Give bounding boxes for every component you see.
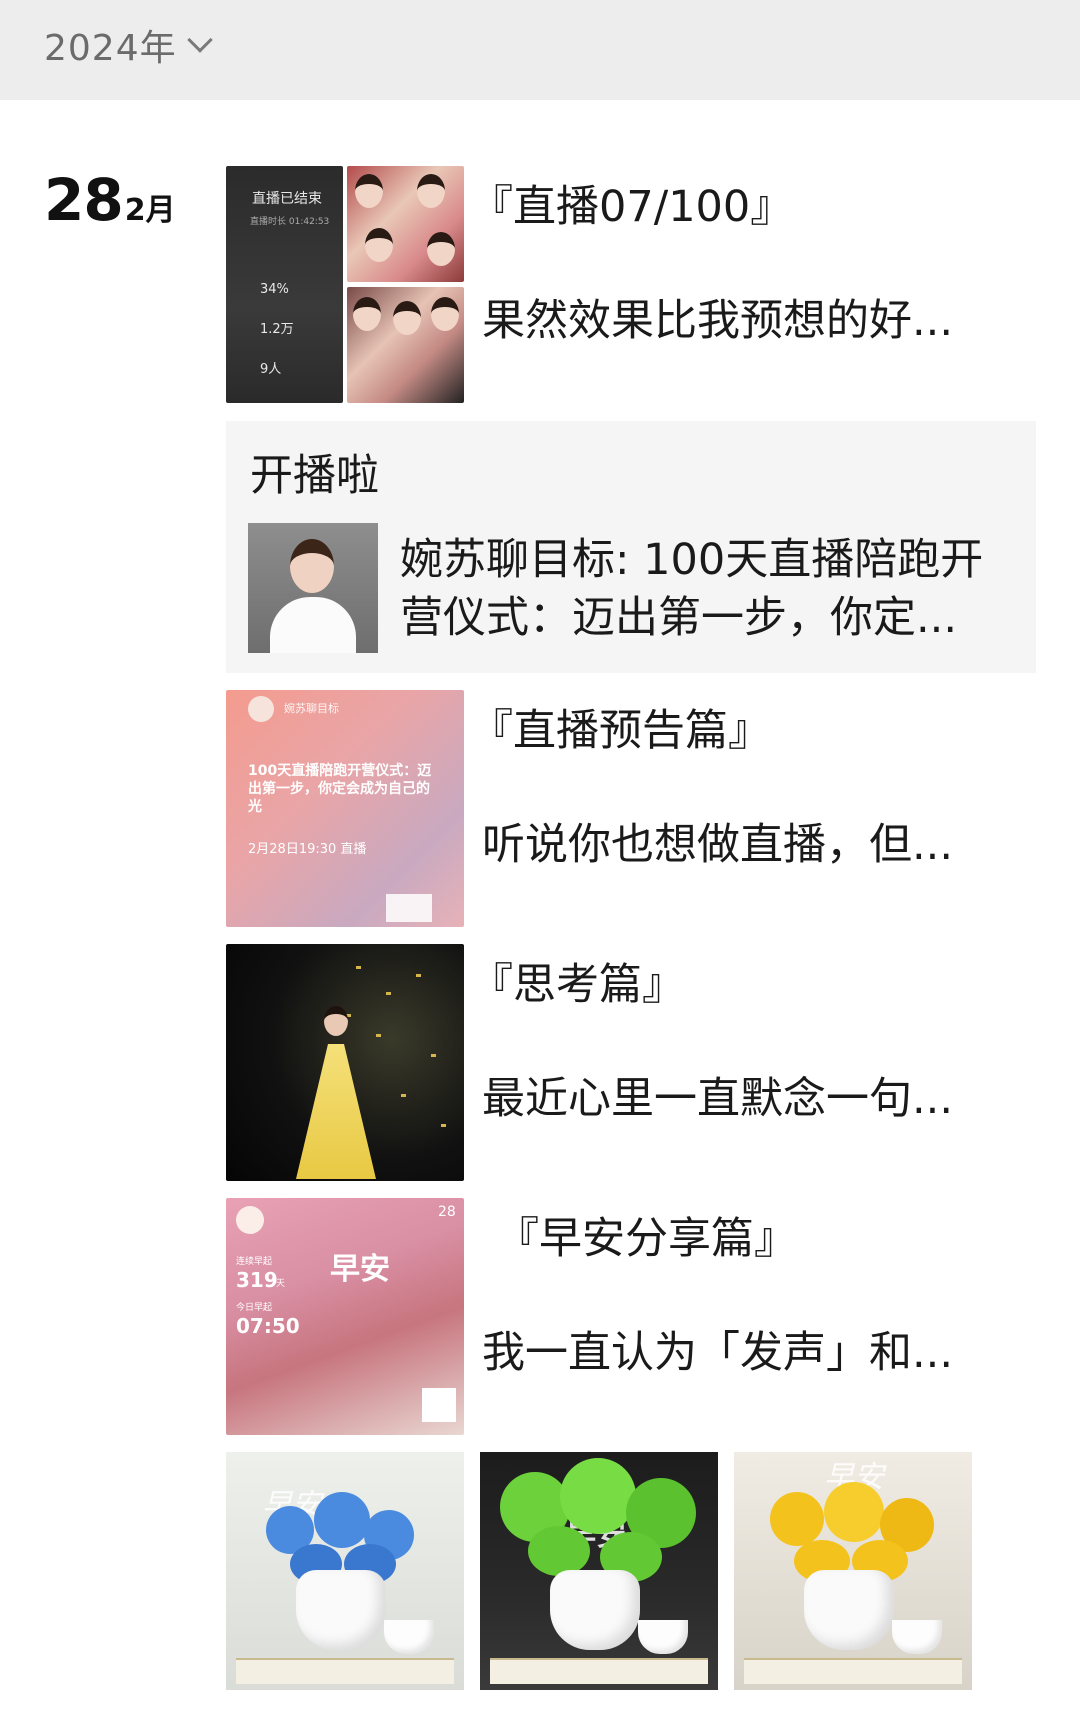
post-excerpt: 我一直认为「发声」和... bbox=[482, 1328, 954, 1378]
flower-image-blue[interactable]: 早安 bbox=[226, 1452, 464, 1690]
avatar bbox=[236, 1206, 264, 1234]
live-card[interactable]: 开播啦 婉苏聊目标: 100天直播陪跑开营仪式：迈出第一步，你定... bbox=[226, 421, 1036, 673]
performer bbox=[324, 1006, 348, 1036]
thumb-heading: 直播已结束 bbox=[252, 191, 322, 207]
poster-time: 2月28日19:30 直播 bbox=[248, 842, 367, 857]
live-stats-thumbnail: 直播已结束 直播时长 01:42:53 34% 1.2万 9人 bbox=[226, 166, 343, 403]
confetti bbox=[386, 992, 391, 995]
vase bbox=[296, 1570, 386, 1650]
card-greeting: 早安 bbox=[330, 1252, 390, 1287]
morning-card-thumbnail: 28 早安 连续早起 319 天 今日早起 07:50 bbox=[226, 1198, 464, 1435]
book bbox=[744, 1658, 962, 1684]
confetti bbox=[416, 974, 421, 977]
qr-code-icon bbox=[386, 894, 432, 922]
wake-label: 今日早起 bbox=[236, 1303, 273, 1313]
post-item-live-preview[interactable]: 婉苏聊目标 100天直播陪跑开营仪式：迈出第一步，你定会成为自己的光 2月28日… bbox=[226, 690, 1036, 927]
face-image bbox=[353, 297, 381, 331]
date-month: 2月 bbox=[124, 193, 176, 228]
flower-image-green[interactable]: 早安 bbox=[480, 1452, 718, 1690]
face-image bbox=[427, 232, 455, 266]
avatar-head bbox=[290, 539, 334, 593]
post-item-morning-share[interactable]: 28 早安 连续早起 319 天 今日早起 07:50 『早安分享篇』 我一直认… bbox=[226, 1198, 1036, 1435]
post-title: 『早安分享篇』 bbox=[496, 1214, 797, 1264]
confetti bbox=[356, 966, 361, 969]
avatar bbox=[248, 696, 274, 722]
card-date: 28 bbox=[438, 1204, 456, 1220]
stage-photo-thumbnail bbox=[226, 944, 464, 1181]
poster-thumbnail: 婉苏聊目标 100天直播陪跑开营仪式：迈出第一步，你定会成为自己的光 2月28日… bbox=[226, 690, 464, 927]
thumb-stat: 9人 bbox=[260, 362, 282, 377]
chevron-down-icon bbox=[186, 27, 213, 53]
vase bbox=[804, 1570, 894, 1650]
year-label: 2024年 bbox=[44, 28, 177, 69]
confetti bbox=[376, 1034, 381, 1037]
face-image bbox=[431, 297, 459, 331]
live-faces-thumbnail bbox=[347, 166, 464, 282]
flower bbox=[314, 1492, 370, 1548]
teacup bbox=[892, 1620, 942, 1654]
post-item-thinking[interactable]: 『思考篇』 最近心里一直默念一句... bbox=[226, 944, 1036, 1181]
flower bbox=[528, 1526, 590, 1576]
performer-dress bbox=[296, 1044, 376, 1179]
live-card-description: 婉苏聊目标: 100天直播陪跑开营仪式：迈出第一步，你定... bbox=[400, 535, 984, 643]
poster-headline: 100天直播陪跑开营仪式：迈出第一步，你定会成为自己的光 bbox=[248, 763, 432, 815]
wake-time: 07:50 bbox=[236, 1314, 300, 1338]
face-image bbox=[355, 174, 383, 208]
thumb-stat: 1.2万 bbox=[260, 322, 294, 337]
top-bar: 2024年 bbox=[0, 0, 1080, 100]
live-card-title: 开播啦 bbox=[250, 451, 379, 501]
thumb-sub: 直播时长 01:42:53 bbox=[250, 217, 330, 227]
post-title: 『思考篇』 bbox=[470, 960, 685, 1010]
thumb-stat: 34% bbox=[260, 282, 289, 297]
post-item-live-07[interactable]: 直播已结束 直播时长 01:42:53 34% 1.2万 9人 『直播07/10… bbox=[226, 166, 1036, 403]
confetti bbox=[441, 1124, 446, 1127]
face-image bbox=[393, 301, 421, 335]
post-excerpt: 果然效果比我预想的好... bbox=[482, 296, 954, 346]
poster-account: 婉苏聊目标 bbox=[284, 702, 339, 715]
vase bbox=[550, 1570, 640, 1650]
teacup bbox=[384, 1620, 434, 1654]
flower bbox=[770, 1492, 824, 1546]
host-avatar bbox=[248, 523, 378, 653]
post-excerpt: 听说你也想做直播，但... bbox=[482, 820, 954, 870]
post-title: 『直播07/100』 bbox=[470, 182, 794, 232]
avatar-body bbox=[270, 597, 356, 653]
post-title: 『直播预告篇』 bbox=[470, 706, 771, 756]
date-label: 28 2月 bbox=[44, 166, 176, 234]
post-excerpt: 最近心里一直默念一句... bbox=[482, 1074, 954, 1124]
face-image bbox=[417, 174, 445, 208]
live-faces-thumbnail bbox=[347, 287, 464, 403]
flower bbox=[560, 1458, 636, 1534]
teacup bbox=[638, 1620, 688, 1654]
confetti bbox=[431, 1054, 436, 1057]
date-day: 28 bbox=[44, 166, 124, 234]
flower bbox=[824, 1482, 884, 1542]
book bbox=[490, 1658, 708, 1684]
flower-image-yellow[interactable]: 早安 bbox=[734, 1452, 972, 1690]
qr-code-icon bbox=[422, 1388, 456, 1422]
book bbox=[236, 1658, 454, 1684]
year-selector[interactable]: 2024年 bbox=[44, 20, 213, 70]
streak-value: 319 bbox=[236, 1268, 278, 1292]
face-image bbox=[365, 228, 393, 262]
streak-label: 连续早起 bbox=[236, 1257, 273, 1267]
streak-unit: 天 bbox=[276, 1279, 286, 1289]
confetti bbox=[401, 1094, 406, 1097]
